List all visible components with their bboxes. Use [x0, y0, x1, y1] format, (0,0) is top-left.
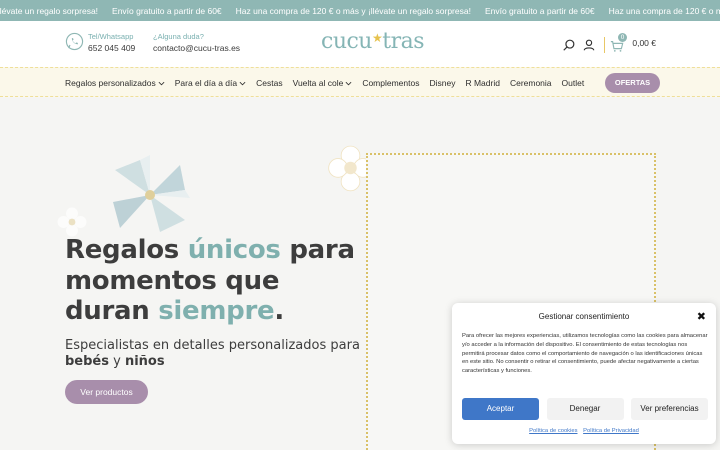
privacy-policy-link[interactable]: Política de Privacidad: [583, 428, 639, 434]
cookie-consent-dialog: Gestionar consentimiento ✖ Para ofrecer …: [452, 303, 716, 444]
hero-title-accent: siempre: [158, 296, 275, 326]
chevron-down-icon: [239, 81, 246, 85]
nav-items: Regalos personalizados Para el día a día…: [65, 68, 594, 98]
nav-item-label: Disney: [429, 78, 456, 88]
nav-item-label: Regalos personalizados: [65, 78, 156, 88]
hero-subtitle: Especialistas en detalles personalizados…: [65, 338, 365, 370]
nav-item-label: Outlet: [561, 78, 585, 88]
hero-title: Regalos únicos para momentos que duran s…: [65, 235, 365, 327]
promo-item: Haz una compra de 120 € o más y ¡llévate…: [235, 5, 471, 16]
whatsapp-icon: [65, 32, 84, 51]
cart-total[interactable]: 0,00 €: [632, 38, 656, 48]
nav-item-regalos-personalizados[interactable]: Regalos personalizados: [65, 78, 165, 88]
offers-button[interactable]: OFERTAS: [605, 73, 660, 93]
preferences-button[interactable]: Ver preferencias: [631, 398, 708, 420]
consent-buttons: Aceptar Denegar Ver preferencias: [462, 398, 708, 420]
nav-item-label: Cestas: [256, 78, 283, 88]
close-icon[interactable]: ✖: [697, 310, 706, 323]
cart-count-badge: 0: [618, 33, 627, 42]
user-icon[interactable]: [582, 38, 596, 52]
cart-button[interactable]: 0: [610, 33, 627, 52]
hero-sub-bold: niños: [124, 354, 165, 369]
nav-item-para-el-dia-a-dia[interactable]: Para el día a día: [175, 78, 246, 88]
consent-links: Política de cookies Política de Privacid…: [452, 428, 716, 434]
hero-title-accent: únicos: [187, 235, 281, 265]
nav-item-vuelta-al-cole[interactable]: Vuelta al cole: [293, 78, 353, 88]
consent-text: Para ofrecer las mejores experiencias, u…: [462, 333, 708, 375]
nav-item-cestas[interactable]: Cestas: [256, 78, 282, 88]
cookies-policy-link[interactable]: Política de cookies: [529, 428, 577, 434]
nav-item-label: Vuelta al cole: [292, 78, 344, 88]
promo-track: más y ¡llévate un regalo sorpresa! Envío…: [0, 0, 720, 21]
nav-item-label: Complementos: [362, 78, 420, 88]
nav-item-outlet[interactable]: Outlet: [562, 78, 585, 88]
site-header: Tel/Whatsapp 652 045 409 ¿Alguna duda? c…: [0, 21, 720, 67]
nav-item-disney[interactable]: Disney: [429, 78, 455, 88]
promo-item: más y ¡llévate un regalo sorpresa!: [0, 5, 99, 16]
chevron-down-icon: [345, 81, 352, 85]
nav-item-label: Ceremonia: [509, 78, 552, 88]
nav-item-label: R Madrid: [465, 78, 500, 88]
phone-value[interactable]: 652 045 409: [88, 42, 135, 54]
help-label: ¿Alguna duda?: [153, 32, 204, 41]
accept-button[interactable]: Aceptar: [462, 398, 539, 420]
hero-title-end: .: [274, 296, 284, 326]
promo-item: Envío gratuito a partir de 60€: [112, 5, 222, 16]
promo-item: Envío gratuito a partir de 60€: [484, 5, 595, 16]
nav-item-ceremonia[interactable]: Ceremonia: [510, 78, 552, 88]
deny-button[interactable]: Denegar: [546, 398, 624, 420]
logo-text-right: tras: [382, 29, 425, 54]
nav-item-label: Para el día a día: [174, 78, 238, 88]
email-contact[interactable]: ¿Alguna duda? contacto@cucu-tras.es: [153, 32, 240, 54]
email-value[interactable]: contacto@cucu-tras.es: [153, 42, 240, 54]
pinwheel-decoration-icon: [113, 155, 190, 232]
flower-decoration-icon: [57, 207, 87, 237]
logo-star-icon: ★: [371, 31, 383, 45]
main-nav: Regalos personalizados Para el día a día…: [0, 67, 720, 97]
promo-item: Haz una compra de 120 € o más y ¡llévate…: [608, 5, 720, 16]
hero-title-part: Regalos: [65, 235, 188, 265]
phone-contact[interactable]: Tel/Whatsapp 652 045 409: [65, 32, 135, 54]
nav-item-complementos[interactable]: Complementos: [362, 78, 419, 88]
phone-label: Tel/Whatsapp: [88, 32, 134, 41]
view-products-button[interactable]: Ver productos: [65, 380, 148, 404]
consent-title: Gestionar consentimiento: [538, 312, 630, 321]
header-actions: 0: [556, 33, 627, 53]
cart-separator: [604, 37, 605, 53]
nav-item-r-madrid[interactable]: R Madrid: [465, 78, 499, 88]
site-logo[interactable]: cucu★tras: [321, 29, 425, 57]
logo-text-left: cucu: [321, 29, 372, 54]
hero-sub-bold: bebés: [65, 354, 109, 369]
hero-sub-part: y: [108, 354, 125, 369]
search-icon[interactable]: [562, 38, 576, 52]
promo-bar: más y ¡llévate un regalo sorpresa! Envío…: [0, 0, 720, 21]
hero-sub-part: Especialistas en detalles personalizados…: [65, 338, 360, 353]
chevron-down-icon: [158, 81, 165, 85]
